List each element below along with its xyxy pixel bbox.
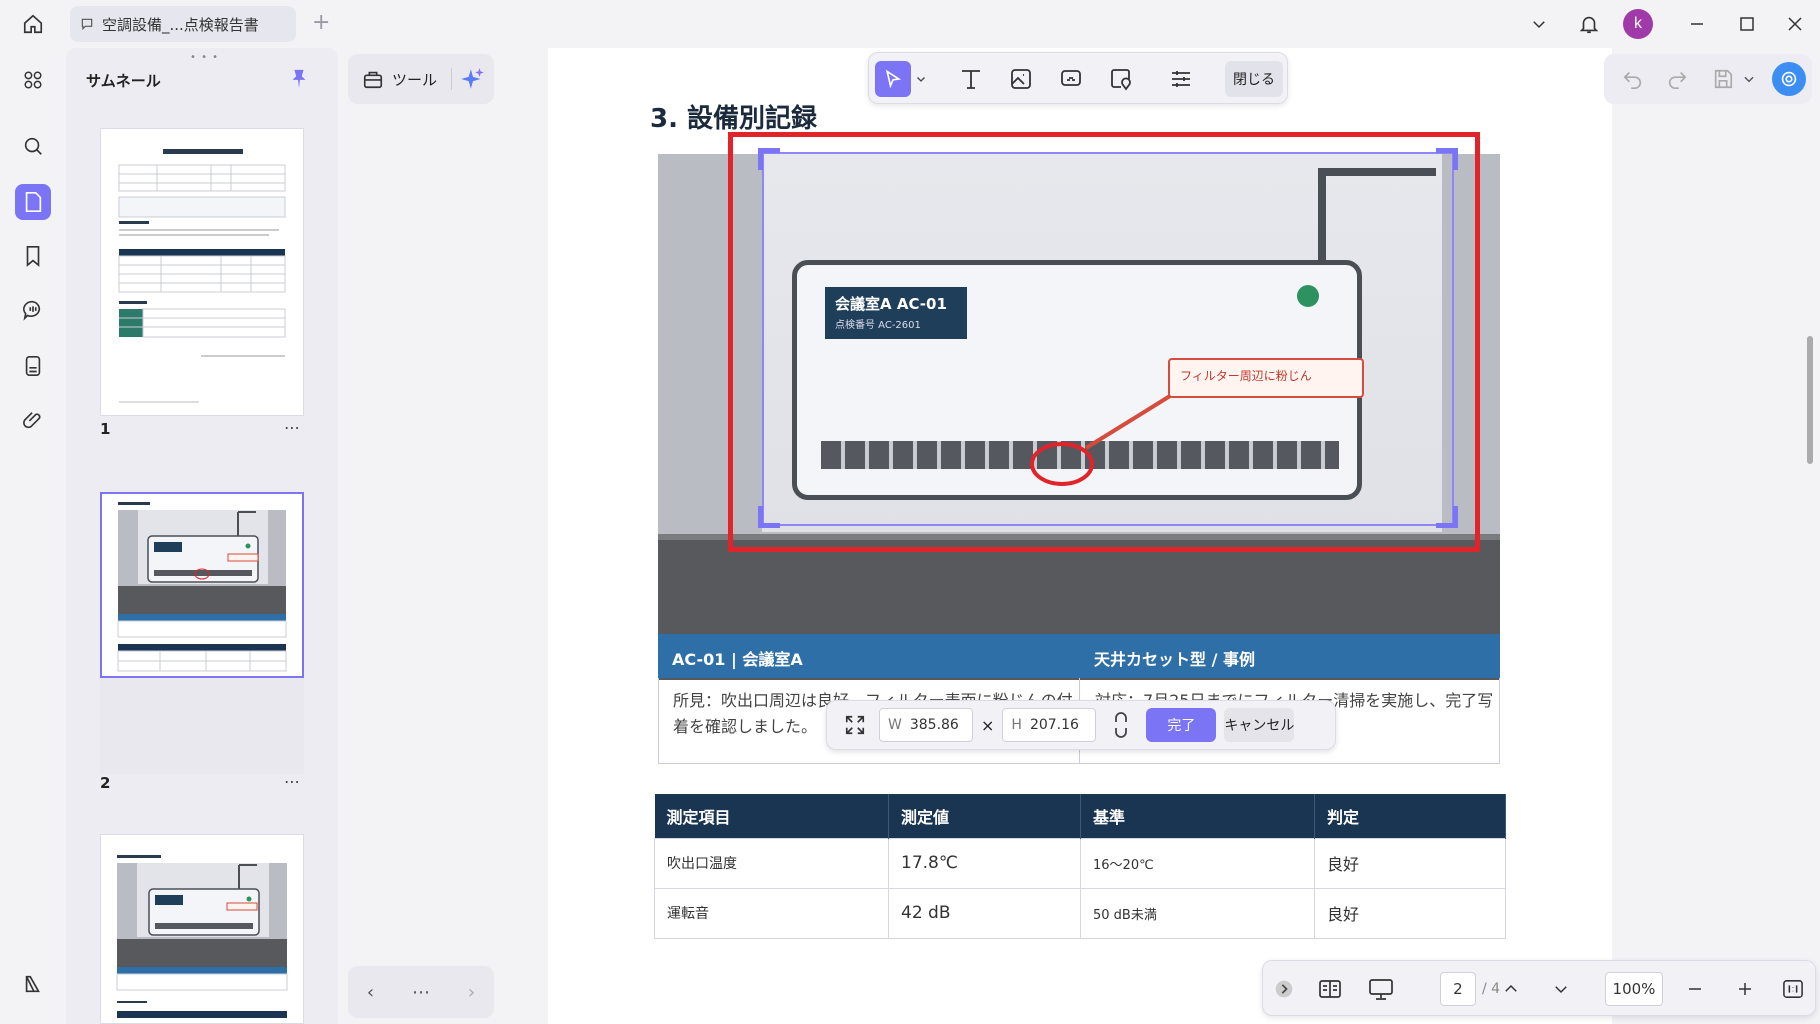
crop-handle-bottom-right[interactable] xyxy=(1436,506,1458,528)
actual-size-button[interactable] xyxy=(1777,971,1809,1007)
watermark-tool-button[interactable] xyxy=(1103,61,1139,97)
reading-mode-button[interactable] xyxy=(1313,971,1347,1007)
width-value: 385.86 xyxy=(909,717,959,733)
crop-handle-bottom-left[interactable] xyxy=(758,506,780,528)
height-value: 207.16 xyxy=(1029,717,1079,733)
measurement-table: 測定項目 測定値 基準 判定 吹出口温度 17.8℃ 16〜20℃ 良好 運転音… xyxy=(654,794,1506,939)
chevron-down-icon xyxy=(1555,986,1567,994)
current-page-input[interactable]: 2 xyxy=(1439,972,1476,1006)
crop-handle-top-right[interactable] xyxy=(1436,148,1458,170)
zoom-out-button[interactable] xyxy=(1679,971,1711,1007)
cursor-icon xyxy=(885,69,902,89)
presentation-icon xyxy=(1369,979,1393,1000)
table-cell: 16〜20℃ xyxy=(1080,837,1315,889)
expand-icon xyxy=(845,715,865,735)
previous-page-button[interactable] xyxy=(1495,971,1527,1007)
presentation-button[interactable] xyxy=(1363,971,1399,1007)
ai-assistant-button[interactable] xyxy=(1772,62,1806,96)
collapse-nav-button[interactable] xyxy=(1271,971,1297,1007)
table-cell: 良好 xyxy=(1314,887,1506,939)
ai-assistant-icon xyxy=(1781,71,1797,87)
table-cell: 運転音 xyxy=(654,887,889,939)
save-icon[interactable] xyxy=(1712,68,1734,90)
times-symbol: × xyxy=(981,715,995,735)
link-tool-button[interactable] xyxy=(1053,61,1089,97)
close-edit-button[interactable]: 閉じる xyxy=(1225,61,1283,97)
table-cell: 50 dB未満 xyxy=(1080,887,1315,939)
height-input[interactable]: H 207.16 xyxy=(1002,708,1097,742)
undo-icon[interactable] xyxy=(1622,68,1644,90)
width-label: W xyxy=(888,717,902,733)
record-header-right: 天井カセット型 / 事例 xyxy=(1094,650,1255,669)
plus-icon xyxy=(1739,983,1751,995)
sliders-icon xyxy=(1172,71,1190,87)
link-box-icon xyxy=(1061,70,1081,86)
chevron-right-circle-icon xyxy=(1275,980,1293,998)
location-box-icon xyxy=(1111,69,1131,91)
edit-toolbar: 閉じる xyxy=(868,52,1288,104)
image-tool-button[interactable] xyxy=(1003,61,1039,97)
image-icon xyxy=(1011,69,1031,89)
fit-button[interactable] xyxy=(839,709,871,741)
aspect-lock-button[interactable] xyxy=(1104,708,1138,742)
table-cell: 42 dB xyxy=(888,887,1081,939)
page-navigation-bar: 2 / 4 100% xyxy=(1262,960,1816,1016)
height-label: H xyxy=(1011,717,1022,733)
chevron-down-icon[interactable] xyxy=(1742,72,1756,86)
table-row: 運転音 42 dB 50 dB未満 良好 xyxy=(654,887,1506,939)
text-tool-button[interactable] xyxy=(953,61,989,97)
chevron-up-icon xyxy=(1505,984,1517,992)
measurement-header-cell: 判定 xyxy=(1314,794,1506,838)
record-header-left: AC-01 | 会議室A xyxy=(672,650,803,669)
zoom-in-button[interactable] xyxy=(1729,971,1761,1007)
measurement-header-cell: 測定値 xyxy=(888,794,1081,838)
properties-button[interactable] xyxy=(1163,61,1199,97)
table-cell: 良好 xyxy=(1314,837,1506,889)
table-cell: 吹出口温度 xyxy=(654,837,889,889)
measurement-header-cell: 基準 xyxy=(1080,794,1315,838)
vertical-scrollbar[interactable] xyxy=(1807,336,1813,464)
measurement-header-row: 測定項目 測定値 基準 判定 xyxy=(654,794,1506,838)
zoom-indicator[interactable]: 100% xyxy=(1599,971,1669,1007)
done-button[interactable]: 完了 xyxy=(1146,708,1217,742)
cancel-button[interactable]: キャンセル xyxy=(1224,708,1295,742)
right-gutter xyxy=(1612,48,1820,1024)
minus-icon xyxy=(1689,988,1701,990)
zoom-level[interactable]: 100% xyxy=(1605,972,1663,1006)
table-row: 吹出口温度 17.8℃ 16〜20℃ 良好 xyxy=(654,837,1506,889)
resize-toolbar: W 385.86 × H 207.16 完了 キャンセル xyxy=(826,700,1336,750)
chevron-down-icon[interactable] xyxy=(915,73,927,85)
width-input[interactable]: W 385.86 xyxy=(879,708,973,742)
crop-frame[interactable] xyxy=(762,152,1454,526)
measurement-header-cell: 測定項目 xyxy=(654,794,889,838)
redo-icon[interactable] xyxy=(1666,68,1688,90)
next-page-button[interactable] xyxy=(1545,971,1577,1007)
crop-handle-top-left[interactable] xyxy=(758,148,780,170)
record-header: AC-01 | 会議室A 天井カセット型 / 事例 xyxy=(658,634,1500,678)
link-icon xyxy=(1115,712,1128,738)
select-tool-button[interactable] xyxy=(875,61,911,97)
book-icon xyxy=(1319,980,1341,998)
text-icon xyxy=(962,70,980,89)
undo-redo-toolbar xyxy=(1604,54,1812,104)
actual-size-icon xyxy=(1783,980,1803,998)
table-cell: 17.8℃ xyxy=(888,837,1081,889)
